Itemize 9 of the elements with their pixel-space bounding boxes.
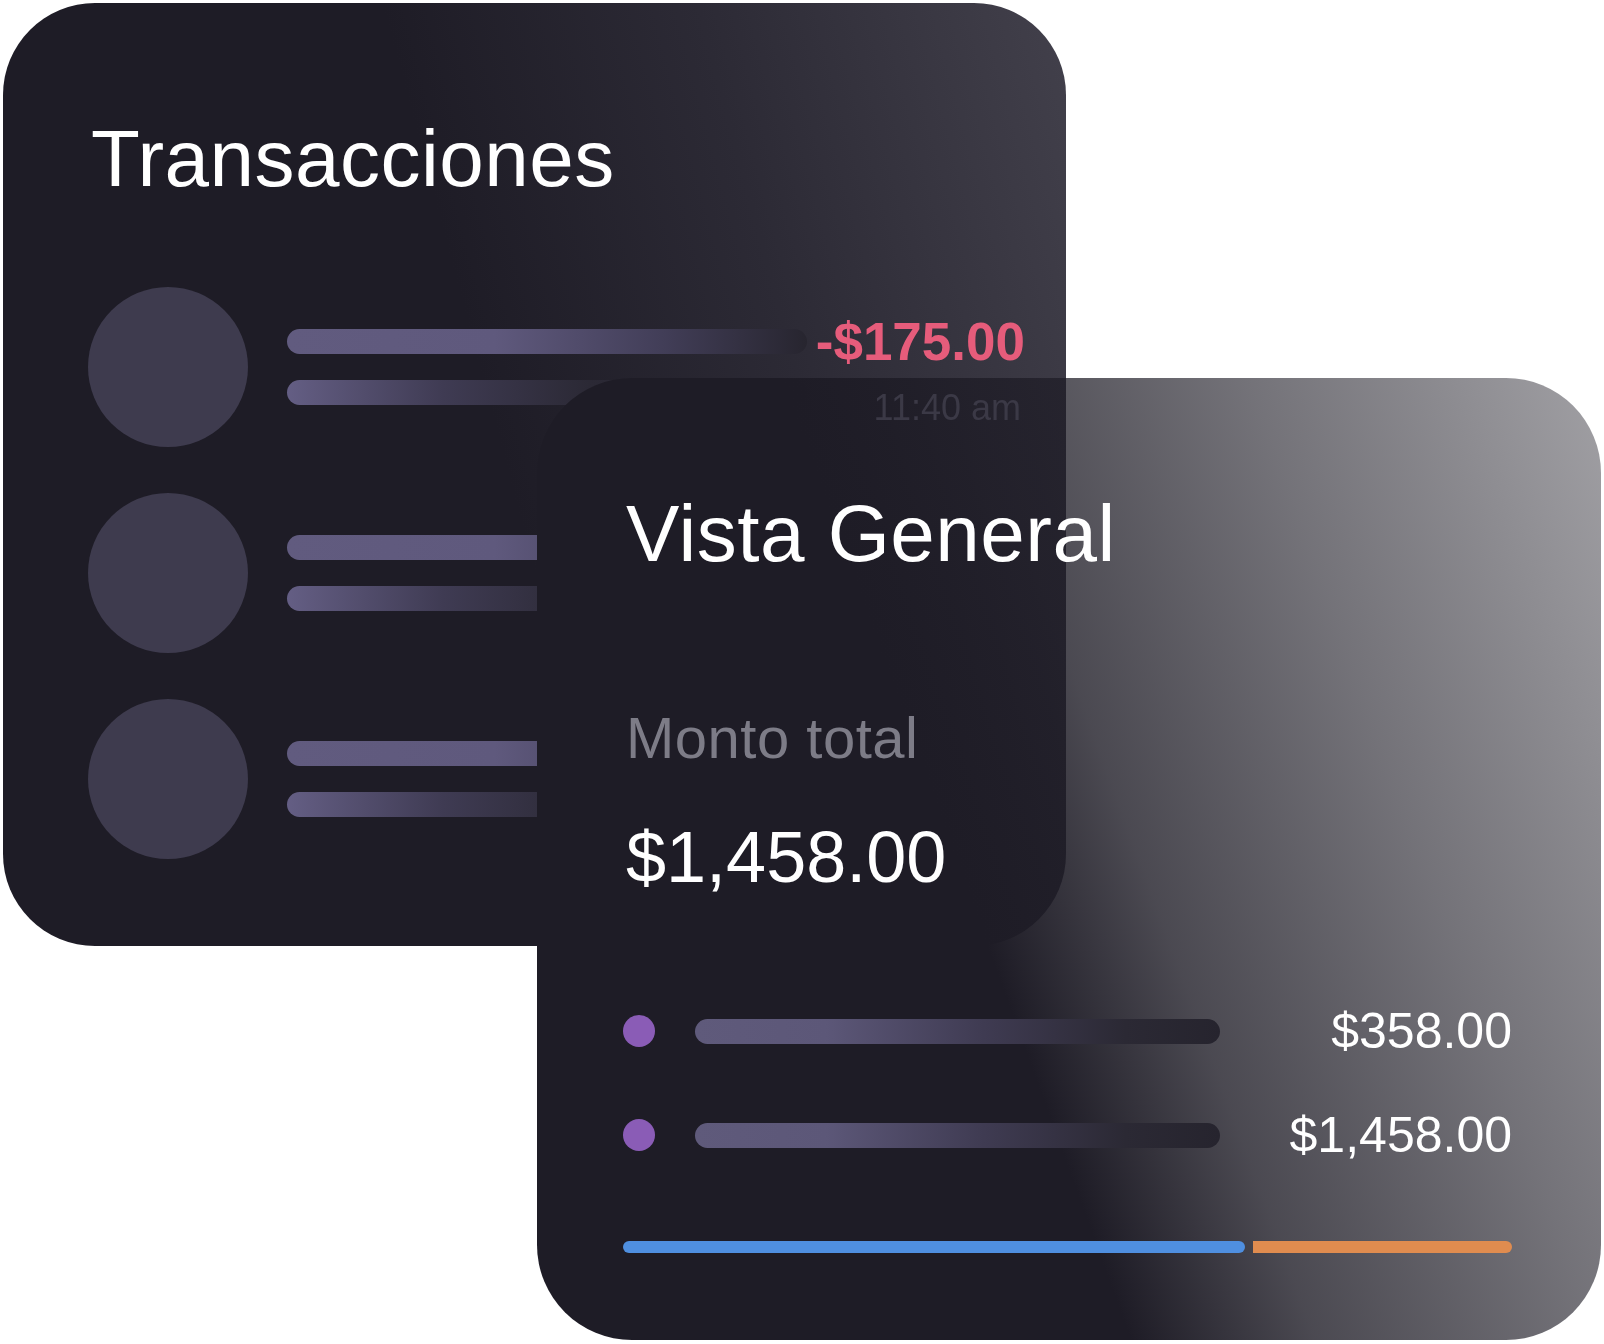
dot-icon: [623, 1119, 655, 1151]
legend-amount: $358.00: [1331, 1006, 1512, 1056]
card-title: Transacciones: [91, 119, 615, 199]
card-title: Vista General: [626, 494, 1116, 574]
total-label: Monto total: [626, 709, 919, 767]
legend-amount: $1,458.00: [1289, 1110, 1512, 1160]
dot-icon: [623, 1015, 655, 1047]
transaction-amount: -$175.00: [815, 315, 1025, 368]
total-amount: $1,458.00: [626, 821, 947, 893]
